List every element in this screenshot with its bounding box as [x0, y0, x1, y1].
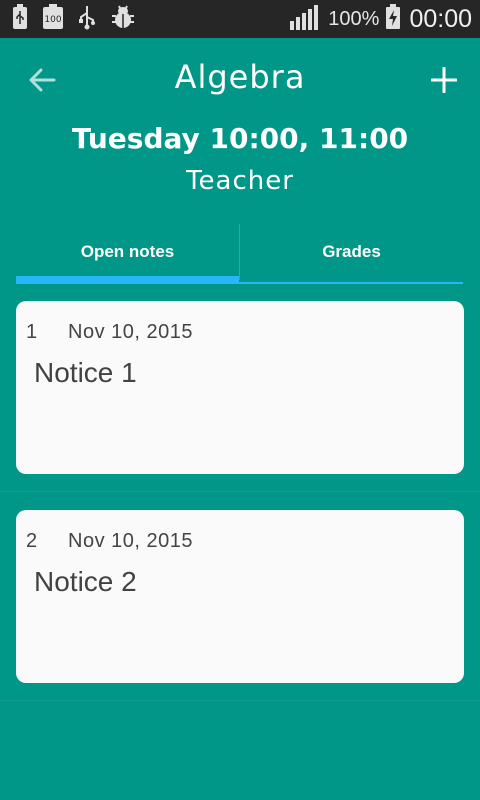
- app-bar: Algebra: [0, 38, 480, 122]
- list-divider: [0, 700, 480, 701]
- add-note-button[interactable]: [418, 54, 470, 106]
- subject-teacher: Teacher: [186, 166, 294, 196]
- tab-bar: Open notes Grades: [16, 224, 463, 284]
- usb-icon: [78, 4, 96, 34]
- note-card[interactable]: 2 Nov 10, 2015 Notice 2: [16, 510, 464, 683]
- note-number: 1: [26, 321, 38, 343]
- note-number: 2: [26, 530, 38, 552]
- tab-selected-indicator: [16, 276, 239, 284]
- note-title: Notice 1: [34, 357, 137, 388]
- note-title: Notice 2: [34, 566, 137, 597]
- tab-open-notes[interactable]: Open notes: [16, 224, 239, 280]
- note-date: Nov 10, 2015: [68, 321, 193, 343]
- usb-icon: [12, 4, 28, 34]
- svg-text:100: 100: [44, 15, 61, 25]
- note-date: Nov 10, 2015: [68, 530, 193, 552]
- note-card[interactable]: 1 Nov 10, 2015 Notice 1: [16, 301, 464, 474]
- list-item: 2 Nov 10, 2015 Notice 2: [0, 509, 480, 718]
- status-bar-right: 100% 00:00: [290, 4, 472, 34]
- page-title: Algebra: [174, 58, 306, 96]
- status-bar: 100 100% 00:00: [0, 0, 480, 38]
- tab-grades[interactable]: Grades: [240, 224, 463, 280]
- battery-charging-icon: [385, 4, 401, 34]
- status-bar-left: 100: [12, 4, 150, 34]
- battery-percent: 100%: [328, 7, 380, 30]
- clock-time: 00:00: [409, 4, 472, 33]
- battery-100-icon: 100: [42, 4, 64, 34]
- list-item: 1 Nov 10, 2015 Notice 1: [0, 300, 480, 509]
- signal-bars-icon: [290, 4, 320, 34]
- notes-list: 1 Nov 10, 2015 Notice 1 2 Nov 10, 2015 N…: [0, 300, 480, 718]
- subject-schedule: Tuesday 10:00, 11:00: [71, 122, 409, 155]
- debug-bug-icon: [110, 4, 136, 34]
- list-divider: [0, 491, 480, 492]
- plus-icon: [431, 67, 457, 93]
